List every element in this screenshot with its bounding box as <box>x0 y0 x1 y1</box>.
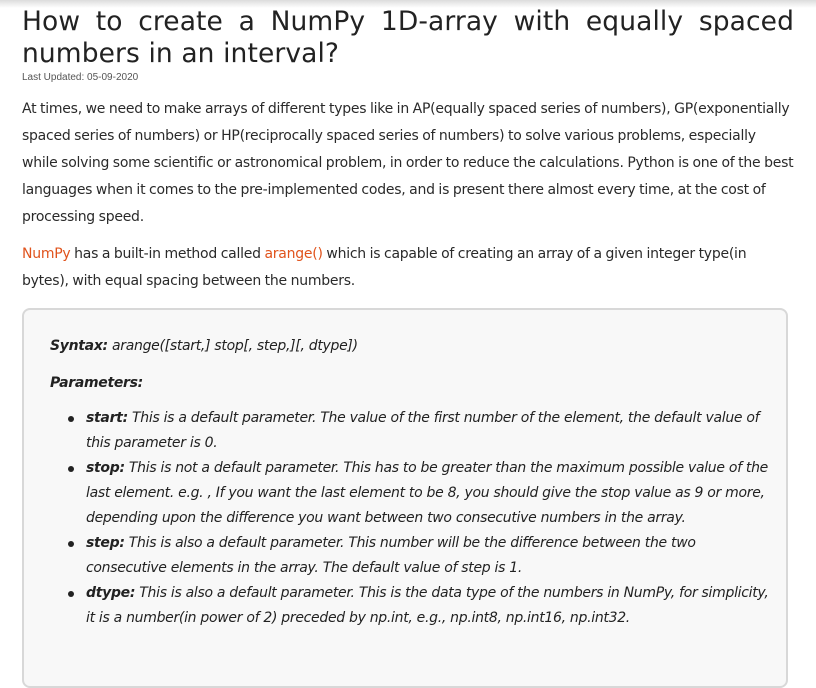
list-item: dtype: This is also a default parameter.… <box>68 581 770 631</box>
syntax-value: arange([start,] stop[, step,][, dtype]) <box>107 338 358 354</box>
param-name-step: step: <box>86 535 125 551</box>
numpy-link[interactable]: NumPy <box>22 246 71 262</box>
bullet-icon <box>68 591 74 597</box>
syntax-line: Syntax: arange([start,] stop[, step,][, … <box>50 334 770 359</box>
param-desc-stop: This is not a default parameter. This ha… <box>86 460 768 526</box>
param-name-start: start: <box>86 410 128 426</box>
param-desc-dtype: This is also a default parameter. This i… <box>86 585 769 626</box>
syntax-box: Syntax: arange([start,] stop[, step,][, … <box>22 308 788 688</box>
arange-paragraph-text-a: has a built-in method called <box>70 246 265 262</box>
bullet-icon <box>68 541 74 547</box>
bullet-icon <box>68 466 74 472</box>
arange-paragraph: NumPy has a built-in method called arang… <box>22 241 794 295</box>
list-item: stop: This is not a default parameter. T… <box>68 456 770 531</box>
parameters-heading: Parameters: <box>50 375 143 391</box>
intro-paragraph: At times, we need to make arrays of diff… <box>22 101 794 225</box>
last-updated: Last Updated: 05-09-2020 <box>22 72 139 83</box>
parameters-list: start: This is a default parameter. The … <box>50 406 770 631</box>
param-desc-start: This is a default parameter. The value o… <box>86 410 760 451</box>
param-desc-step: This is also a default parameter. This n… <box>86 535 696 576</box>
arange-link[interactable]: arange() <box>264 246 322 262</box>
list-item: step: This is also a default parameter. … <box>68 531 770 581</box>
param-name-dtype: dtype: <box>86 585 136 601</box>
list-item: start: This is a default parameter. The … <box>68 406 770 456</box>
bullet-icon <box>68 416 74 422</box>
param-name-stop: stop: <box>86 460 125 476</box>
page-title: How to create a NumPy 1D-array with equa… <box>22 6 794 69</box>
syntax-label: Syntax: <box>50 338 108 354</box>
article-content: How to create a NumPy 1D-array with equa… <box>22 6 794 295</box>
syntax-content: Syntax: arange([start,] stop[, step,][, … <box>50 334 770 631</box>
